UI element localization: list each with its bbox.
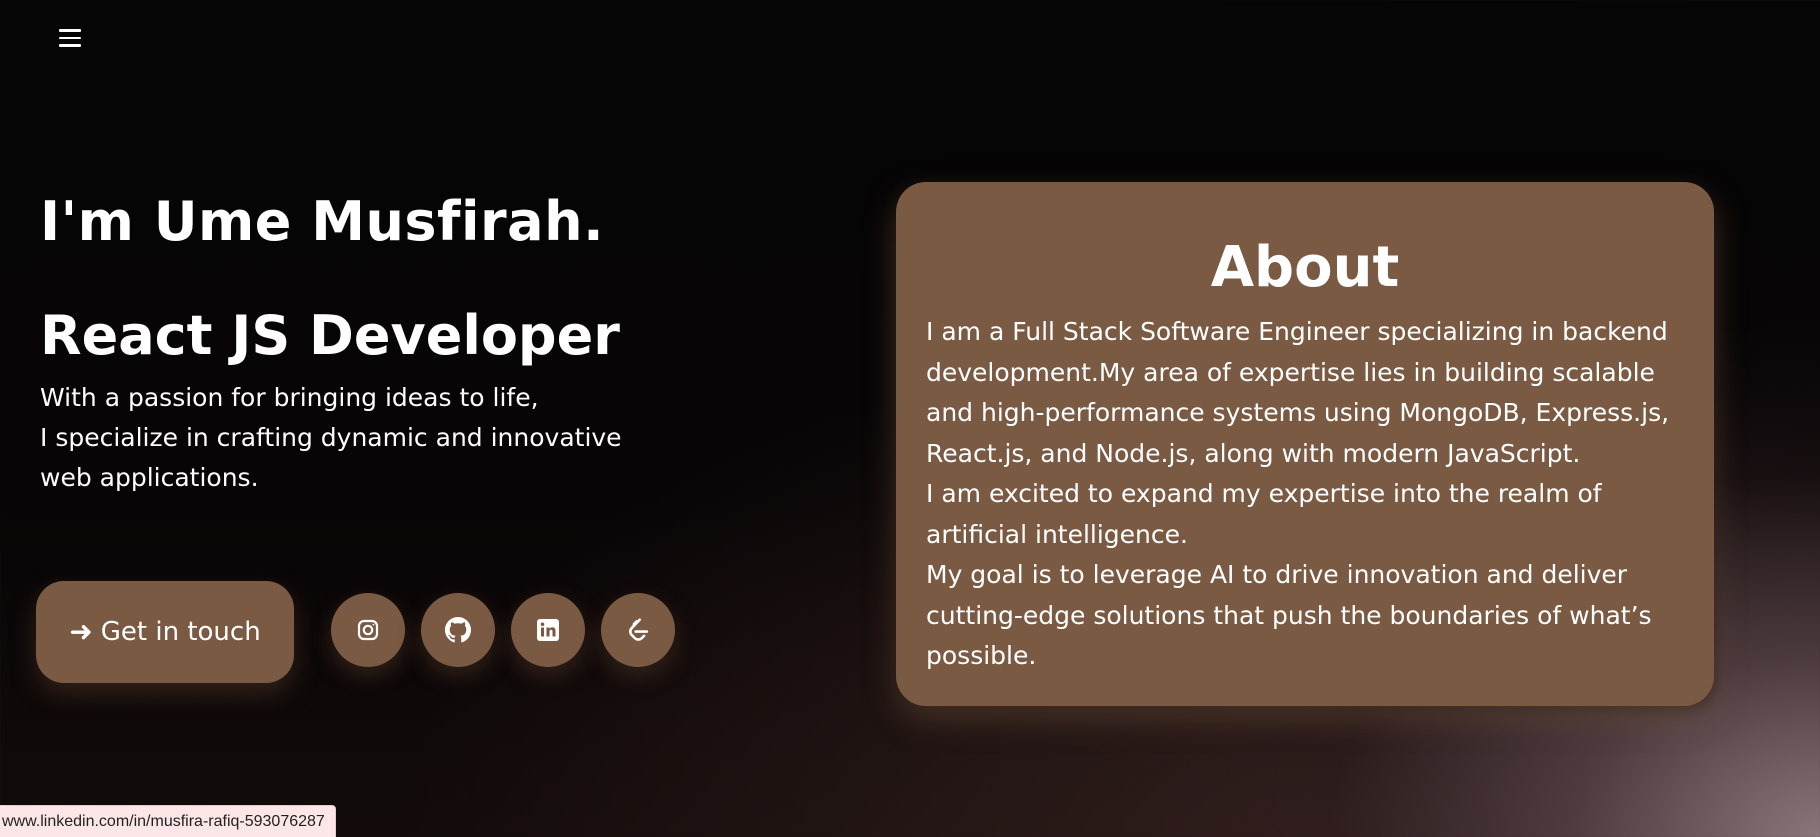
leetcode-link[interactable]	[601, 593, 675, 667]
link-status-bar: www.linkedin.com/in/musfira-rafiq-593076…	[0, 805, 336, 837]
instagram-icon	[356, 618, 380, 642]
about-paragraph: I am a Full Stack Software Engineer spec…	[926, 317, 1670, 468]
github-icon	[445, 617, 471, 643]
hero-section: I'm Ume Musfirah. React JS Developer Wit…	[40, 180, 820, 498]
about-description: I am a Full Stack Software Engineer spec…	[926, 312, 1684, 677]
hero-tagline-line: web applications.	[40, 463, 259, 492]
about-card: About I am a Full Stack Software Enginee…	[896, 182, 1714, 706]
hero-role-heading: React JS Developer	[40, 304, 620, 367]
arrow-right-icon: ➜	[69, 615, 93, 648]
menu-bar-middle	[59, 36, 81, 40]
get-in-touch-label: Get in touch	[100, 617, 261, 647]
menu-bar-bottom	[59, 44, 81, 47]
instagram-link[interactable]	[331, 593, 405, 667]
hero-tagline-line: With a passion for bringing ideas to lif…	[40, 383, 539, 412]
hamburger-menu-button[interactable]	[54, 24, 86, 52]
leetcode-icon	[625, 617, 651, 643]
hero-name-heading: I'm Ume Musfirah.	[40, 190, 605, 253]
about-paragraph: I am excited to expand my expertise into…	[926, 479, 1602, 549]
linkedin-link[interactable]	[511, 593, 585, 667]
linkedin-icon	[536, 618, 560, 642]
get-in-touch-button[interactable]: ➜ Get in touch	[36, 581, 294, 683]
github-link[interactable]	[421, 593, 495, 667]
menu-bar-top	[59, 29, 81, 32]
about-paragraph: My goal is to leverage AI to drive innov…	[926, 560, 1652, 670]
hero-tagline-line: I specialize in crafting dynamic and inn…	[40, 423, 622, 452]
about-title: About	[1210, 235, 1400, 300]
hero-tagline: With a passion for bringing ideas to lif…	[40, 378, 820, 498]
